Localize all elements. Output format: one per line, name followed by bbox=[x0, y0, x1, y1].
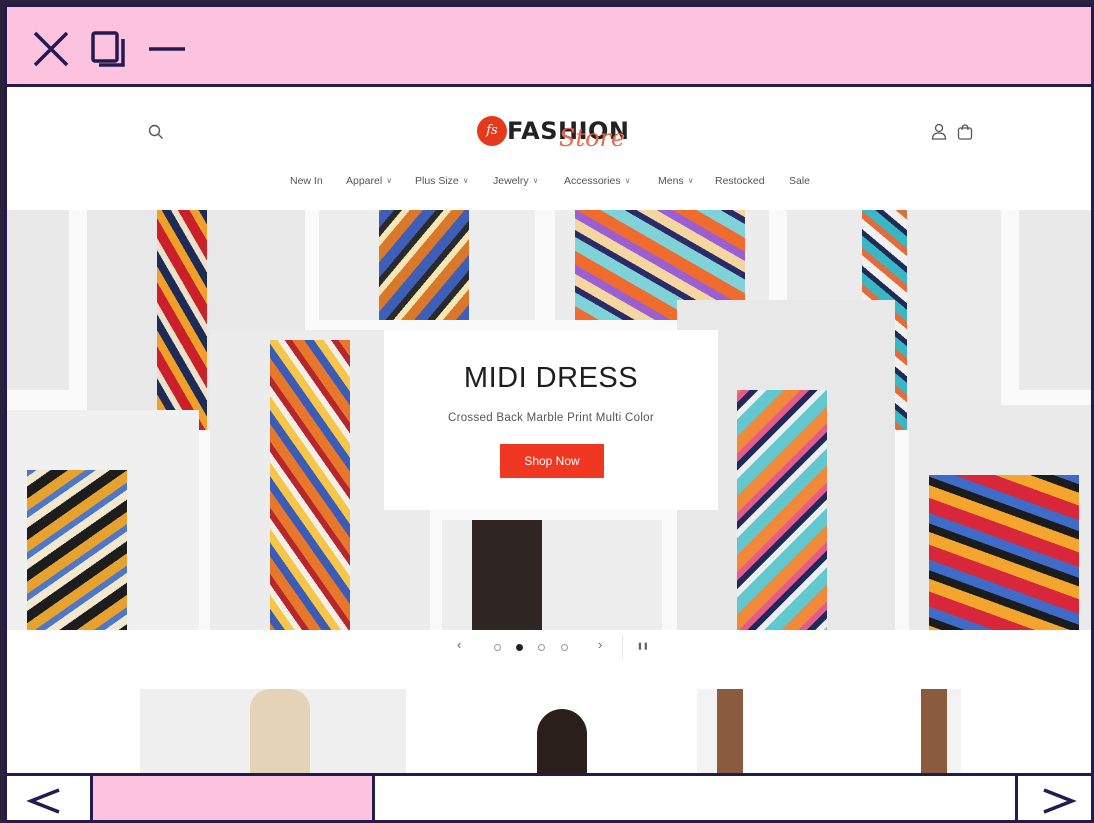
slide-dot[interactable] bbox=[538, 644, 545, 651]
tab[interactable] bbox=[90, 776, 375, 820]
hero-card: MIDI DRESS Crossed Back Marble Print Mul… bbox=[384, 330, 718, 510]
next-slide-button[interactable]: › bbox=[598, 637, 602, 652]
minimize-icon[interactable] bbox=[147, 29, 187, 69]
nav-item-plus-size[interactable]: Plus Size ∨ bbox=[415, 175, 469, 187]
hero-subtitle: Crossed Back Marble Print Multi Color bbox=[447, 412, 655, 424]
slide-dot[interactable] bbox=[561, 644, 568, 651]
window-titlebar bbox=[7, 7, 1091, 87]
nav-label: Jewelry bbox=[493, 175, 529, 187]
back-icon[interactable] bbox=[7, 776, 89, 823]
forward-button[interactable] bbox=[1015, 776, 1091, 820]
nav-item-restocked[interactable]: Restocked bbox=[715, 175, 765, 187]
hero-photo bbox=[7, 210, 69, 390]
nav-label: Restocked bbox=[715, 175, 765, 187]
logo-mark: fs bbox=[477, 116, 507, 146]
slide-dot[interactable] bbox=[494, 644, 501, 651]
cart-icon[interactable] bbox=[957, 123, 973, 141]
browser-window: fs FASHION Store New In Apparel ∨ Plus Si… bbox=[4, 4, 1094, 823]
nav-label: New In bbox=[290, 175, 323, 187]
hero-photo bbox=[1019, 210, 1091, 390]
hero-title: MIDI DRESS bbox=[463, 362, 639, 394]
product-card[interactable] bbox=[427, 689, 693, 773]
shop-now-button[interactable]: Shop Now bbox=[500, 444, 604, 478]
site-header: fs FASHION Store New In Apparel ∨ Plus Si… bbox=[7, 87, 1091, 212]
nav-item-mens[interactable]: Mens ∨ bbox=[658, 175, 694, 187]
browser-bottom-bar bbox=[7, 773, 1091, 823]
chevron-down-icon: ∨ bbox=[462, 176, 469, 185]
nav-item-accessories[interactable]: Accessories ∨ bbox=[564, 175, 630, 187]
search-icon[interactable] bbox=[147, 123, 165, 141]
nav-item-sale[interactable]: Sale bbox=[789, 175, 810, 187]
nav-label: Mens bbox=[658, 175, 684, 187]
chevron-down-icon: ∨ bbox=[687, 176, 694, 185]
close-icon[interactable] bbox=[31, 29, 71, 69]
pause-icon[interactable]: ❚❚ bbox=[637, 642, 649, 650]
product-card[interactable] bbox=[140, 689, 406, 773]
hero-photo bbox=[319, 210, 535, 320]
maximize-icon[interactable] bbox=[89, 29, 129, 69]
divider bbox=[622, 635, 623, 659]
nav-label: Accessories bbox=[564, 175, 621, 187]
main-nav: New In Apparel ∨ Plus Size ∨ Jewelry ∨ Acce… bbox=[7, 175, 1091, 195]
chevron-down-icon: ∨ bbox=[624, 176, 631, 185]
nav-label: Plus Size bbox=[415, 175, 459, 187]
store-logo[interactable]: fs FASHION Store bbox=[477, 111, 647, 152]
product-card[interactable] bbox=[697, 689, 961, 773]
nav-item-apparel[interactable]: Apparel ∨ bbox=[346, 175, 392, 187]
hero-banner: MIDI DRESS Crossed Back Marble Print Mul… bbox=[7, 210, 1091, 630]
hero-photo bbox=[442, 520, 662, 630]
forward-icon bbox=[1043, 788, 1077, 814]
webpage: fs FASHION Store New In Apparel ∨ Plus Si… bbox=[7, 87, 1091, 773]
slide-dot-active[interactable] bbox=[516, 644, 523, 651]
product-row bbox=[7, 689, 1091, 773]
hero-photo bbox=[909, 405, 1091, 630]
hero-photo bbox=[7, 410, 199, 630]
nav-item-new-in[interactable]: New In bbox=[290, 175, 323, 187]
previous-slide-button[interactable]: ‹ bbox=[457, 637, 461, 652]
logo-script: Store bbox=[559, 124, 626, 152]
nav-label: Sale bbox=[789, 175, 811, 187]
slideshow-controls: ‹ › ❚❚ bbox=[7, 632, 1091, 662]
nav-label: Apparel bbox=[346, 175, 383, 187]
chevron-down-icon: ∨ bbox=[386, 176, 393, 185]
nav-item-jewelry[interactable]: Jewelry ∨ bbox=[493, 175, 538, 187]
chevron-down-icon: ∨ bbox=[532, 176, 539, 185]
account-icon[interactable] bbox=[931, 123, 947, 141]
